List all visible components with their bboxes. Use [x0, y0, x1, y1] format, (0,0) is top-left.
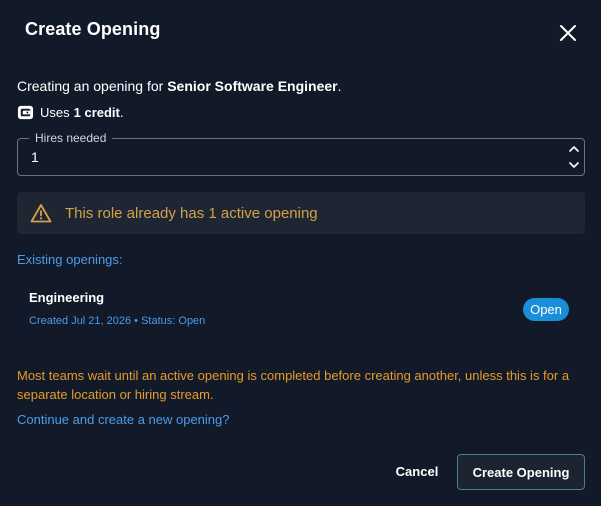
opening-name: Engineering	[29, 290, 105, 305]
advice-text: Most teams wait until an active opening …	[17, 368, 570, 402]
credit-amount: 1 credit	[73, 104, 120, 120]
close-button[interactable]	[556, 21, 580, 45]
hires-needed-field: Hires needed	[17, 131, 585, 176]
warning-triangle-icon	[30, 204, 52, 223]
chevron-down-icon[interactable]	[567, 157, 581, 173]
close-icon	[560, 25, 576, 41]
cancel-button[interactable]: Cancel	[386, 455, 448, 487]
hires-needed-input[interactable]	[31, 149, 531, 165]
warning-text: This role already has 1 active opening	[65, 204, 318, 222]
chevron-up-icon[interactable]	[567, 141, 581, 157]
intro-text: Creating an opening for Senior Software …	[17, 78, 342, 94]
hires-needed-label: Hires needed	[29, 131, 113, 145]
wallet-icon	[17, 105, 34, 119]
continue-create-link[interactable]: Continue and create a new opening?	[17, 412, 230, 427]
quantity-stepper[interactable]	[567, 141, 581, 173]
role-name: Senior Software Engineer	[167, 78, 338, 94]
credit-usage: Uses 1 credit.	[17, 103, 124, 121]
existing-openings-label: Existing openings:	[17, 252, 123, 267]
active-opening-warning: This role already has 1 active opening	[17, 192, 585, 234]
status-badge: Open	[523, 298, 569, 321]
create-opening-dialog: Create Opening Creating an opening for S…	[0, 0, 601, 506]
dialog-title: Create Opening	[25, 19, 161, 39]
create-opening-button[interactable]: Create Opening	[457, 454, 585, 490]
opening-meta: Created Jul 21, 2026 • Status: Open	[29, 315, 206, 327]
